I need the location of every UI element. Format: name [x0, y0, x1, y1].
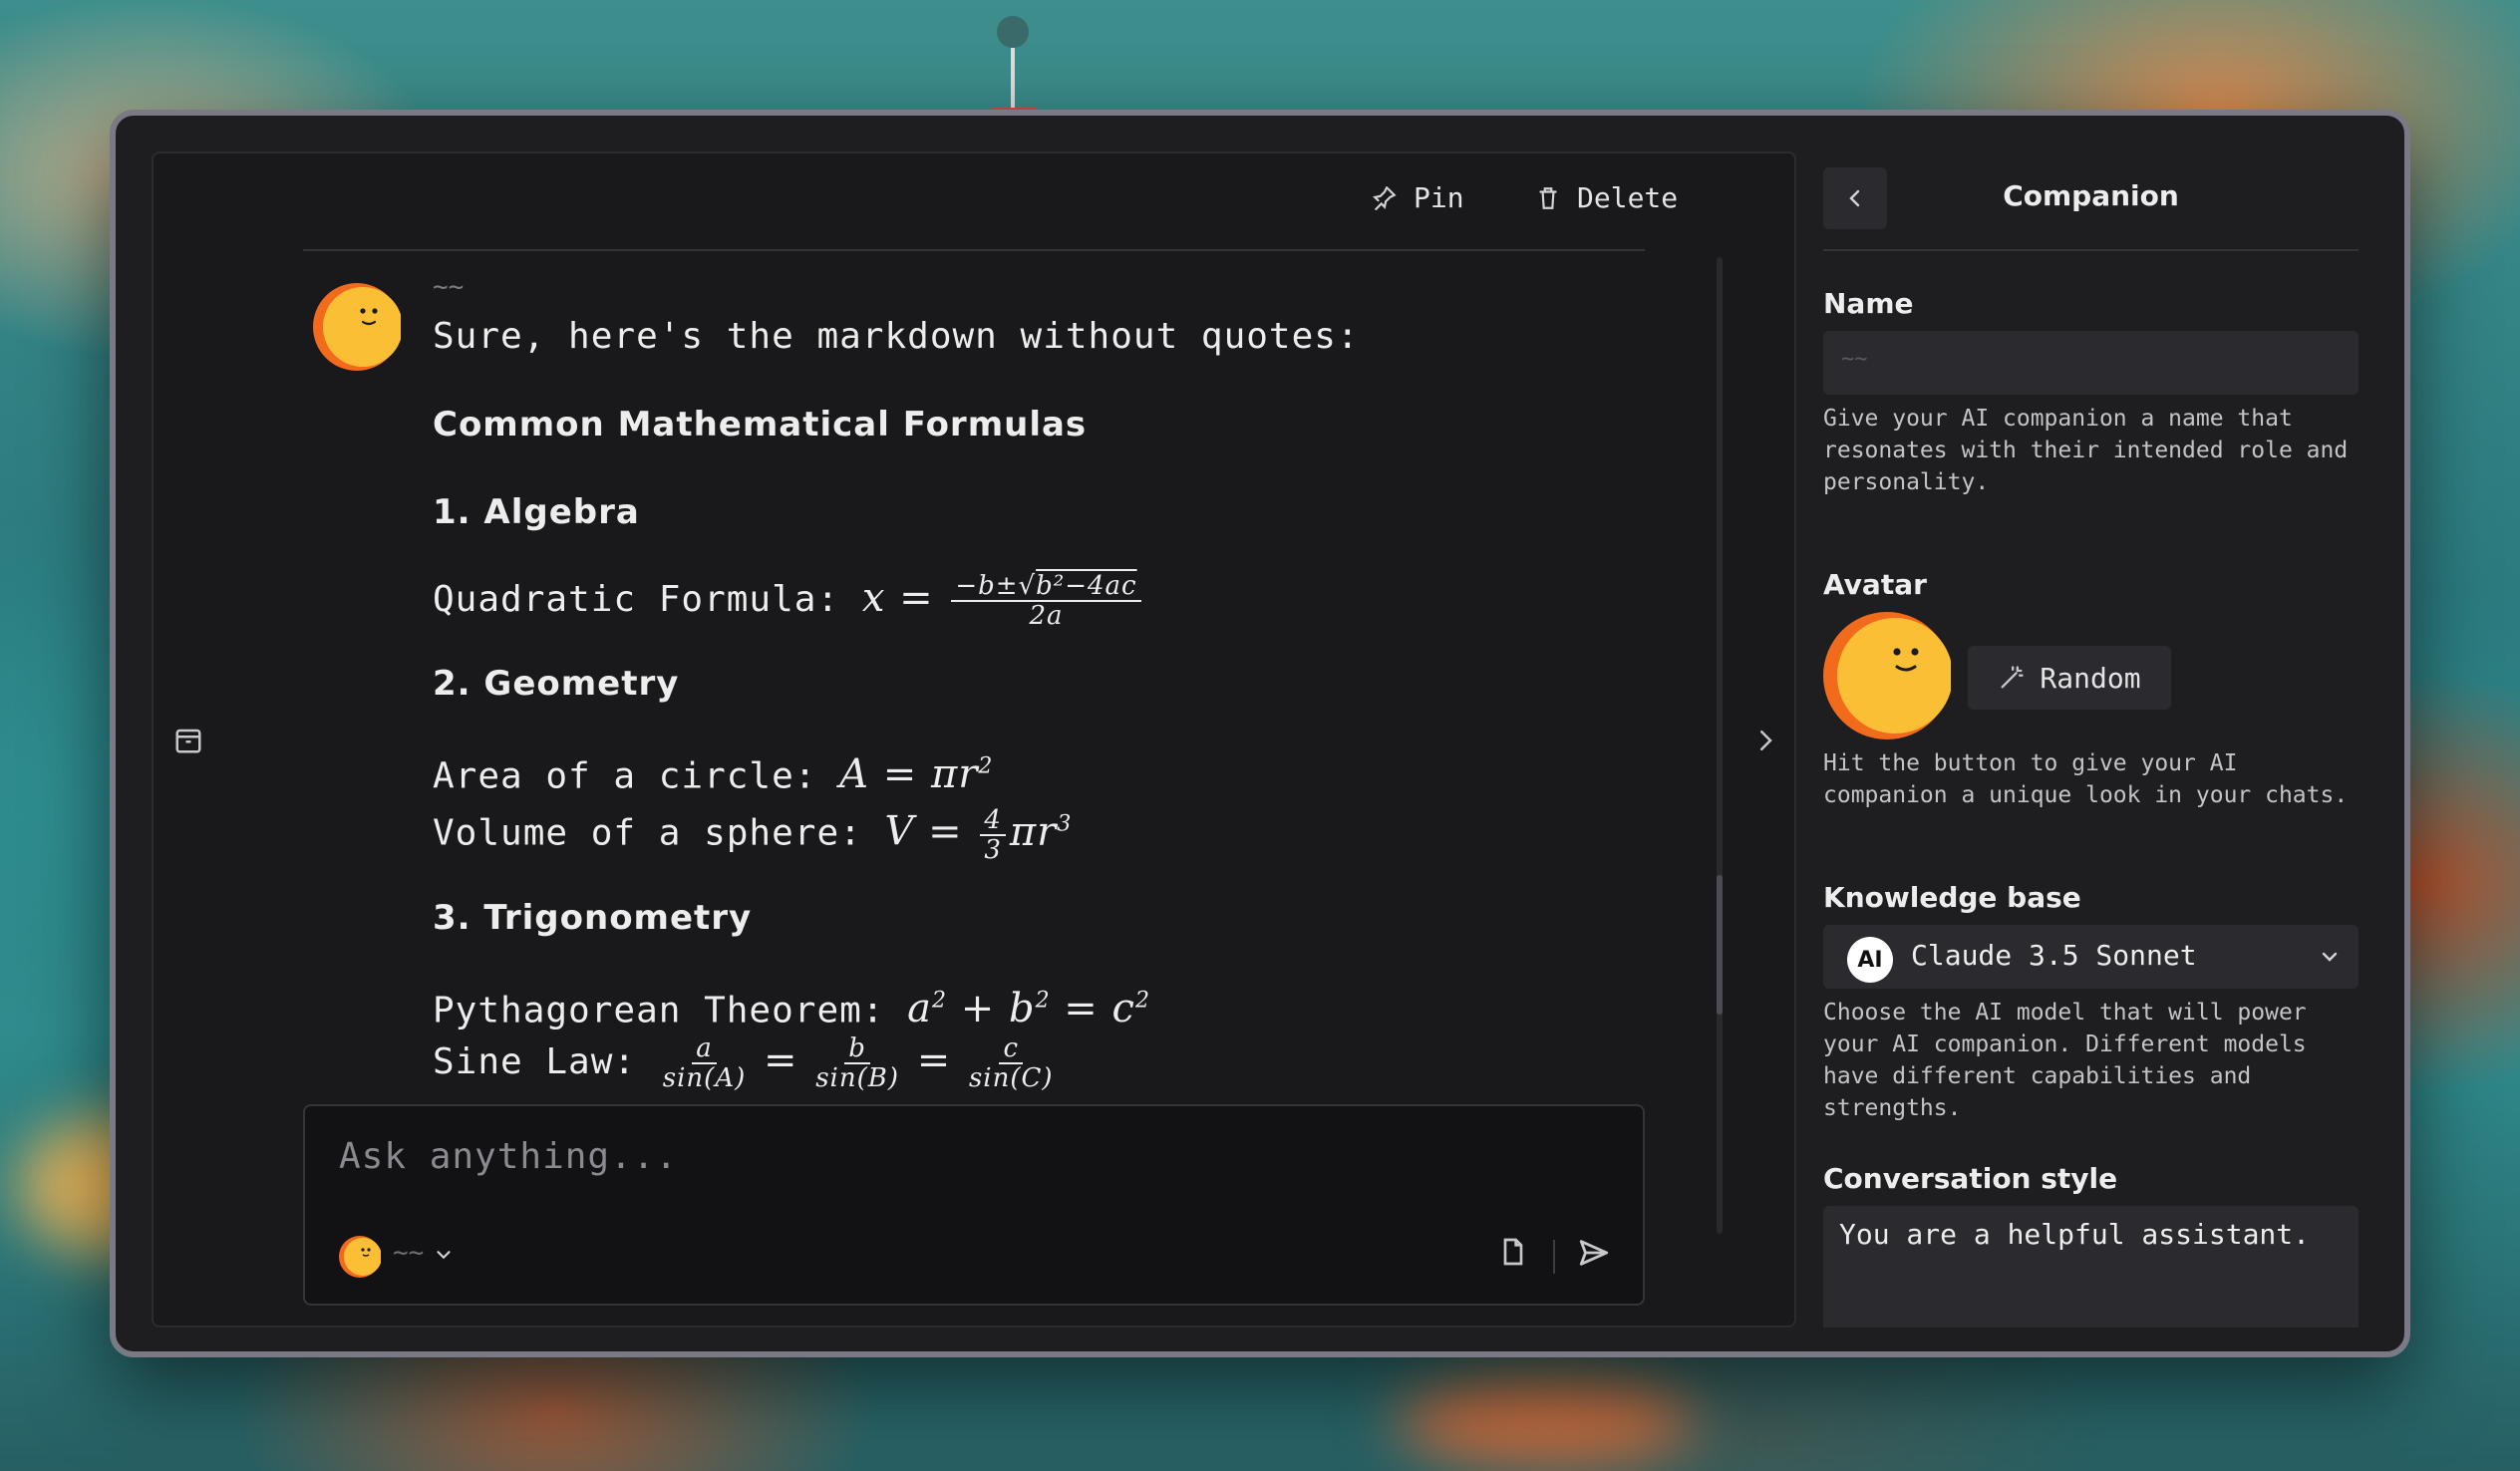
pin-label: Pin	[1414, 181, 1464, 214]
background-blob	[1396, 1375, 1695, 1465]
conversation-style-label: Conversation style	[1823, 1162, 2118, 1195]
pin-button[interactable]: Pin	[1372, 181, 1464, 214]
composer-input[interactable]: Ask anything...	[339, 1136, 678, 1177]
message-title: Common Mathematical Formulas	[433, 405, 1088, 444]
chat-scrollbar[interactable]	[1717, 257, 1723, 1234]
companion-avatar-preview	[1823, 612, 1951, 739]
desktop-pin-decoration	[989, 16, 1039, 118]
chevron-right-icon[interactable]	[1750, 726, 1780, 755]
pin-icon	[1373, 185, 1397, 210]
message-intro: Sure, here's the markdown without quotes…	[433, 316, 1360, 357]
message-list: ~~ Sure, here's the markdown without quo…	[313, 263, 1669, 1116]
section-heading-algebra: 1. Algebra	[433, 492, 640, 532]
section-heading-trigonometry: 3. Trigonometry	[433, 897, 753, 938]
random-avatar-button[interactable]: Random	[1968, 646, 2171, 710]
app-window: Pin Delete ~~ Sure, here's the markdown …	[110, 110, 2410, 1357]
sidebar-title: Companion	[2003, 179, 2179, 212]
delete-button[interactable]: Delete	[1535, 181, 1678, 214]
sidebar-header: Companion	[1823, 151, 2359, 251]
assistant-message: ~~ Sure, here's the markdown without quo…	[433, 263, 1629, 1092]
trash-icon	[1539, 186, 1557, 209]
quadratic-fraction: −b±√b²−4ac 2a	[951, 572, 1141, 630]
formula-label: Sine Law:	[433, 1040, 637, 1082]
chevron-down-icon	[2322, 952, 2338, 962]
attach-file-icon[interactable]	[1497, 1236, 1529, 1268]
message-author: ~~	[433, 272, 465, 302]
formula-label: Volume of a sphere:	[433, 812, 862, 854]
message-composer[interactable]: Ask anything... ~~	[303, 1104, 1645, 1306]
delete-label: Delete	[1577, 181, 1679, 214]
formula-sphere-volume: Volume of a sphere: V = 4 3 πr3	[433, 804, 1073, 865]
name-input-value: ~~	[1841, 347, 1868, 372]
chevron-down-icon[interactable]	[433, 1244, 455, 1266]
model-avatar[interactable]	[339, 1236, 381, 1278]
magic-wand-icon	[2001, 666, 2025, 689]
companion-sidebar: Companion Name ~~ Give your AI companion…	[1823, 151, 2359, 1327]
chat-panel: Pin Delete ~~ Sure, here's the markdown …	[152, 151, 1796, 1327]
send-icon[interactable]	[1577, 1236, 1611, 1270]
name-help: Give your AI companion a name that reson…	[1823, 406, 2349, 495]
chat-toolbar: Pin Delete	[303, 153, 1678, 251]
conversation-style-value: You are a helpful assistant.	[1839, 1218, 2311, 1251]
formula-label: Pythagorean Theorem:	[433, 989, 885, 1030]
name-label: Name	[1823, 287, 1914, 320]
knowledge-base-selected: Claude 3.5 Sonnet	[1911, 939, 2197, 972]
section-heading-geometry: 2. Geometry	[433, 664, 680, 704]
formula-sine-law: Sine Law: a sin(A) = b sin(B) = c sin(C)	[433, 1032, 1054, 1093]
random-button-label: Random	[2040, 661, 2141, 695]
knowledge-base-label: Knowledge base	[1823, 881, 2081, 914]
knowledge-base-help: Choose the AI model that will power your…	[1823, 1000, 2307, 1121]
formula-circle-area: Area of a circle: A = πr2	[433, 751, 994, 798]
formula-label: Area of a circle:	[433, 755, 817, 797]
conversation-style-textarea[interactable]: You are a helpful assistant.	[1823, 1206, 2359, 1327]
avatar-label: Avatar	[1823, 568, 1927, 601]
knowledge-base-select[interactable]: AI Claude 3.5 Sonnet	[1823, 925, 2359, 989]
formula-label: Quadratic Formula:	[433, 579, 840, 620]
name-input[interactable]: ~~	[1823, 331, 2359, 395]
formula-pythagorean: Pythagorean Theorem: a2 + b2 = c2	[433, 985, 1150, 1031]
scrollbar-thumb[interactable]	[1717, 875, 1723, 1015]
formula-quadratic: Quadratic Formula: x = −b±√b²−4ac 2a	[433, 572, 1629, 630]
composer-divider	[1553, 1240, 1555, 1274]
avatar-help: Hit the button to give your AI companion…	[1823, 750, 2349, 808]
assistant-avatar	[313, 283, 401, 371]
anthropic-logo-icon: AI	[1847, 937, 1893, 983]
model-name[interactable]: ~~	[393, 1238, 424, 1268]
archive-icon[interactable]	[173, 726, 203, 755]
